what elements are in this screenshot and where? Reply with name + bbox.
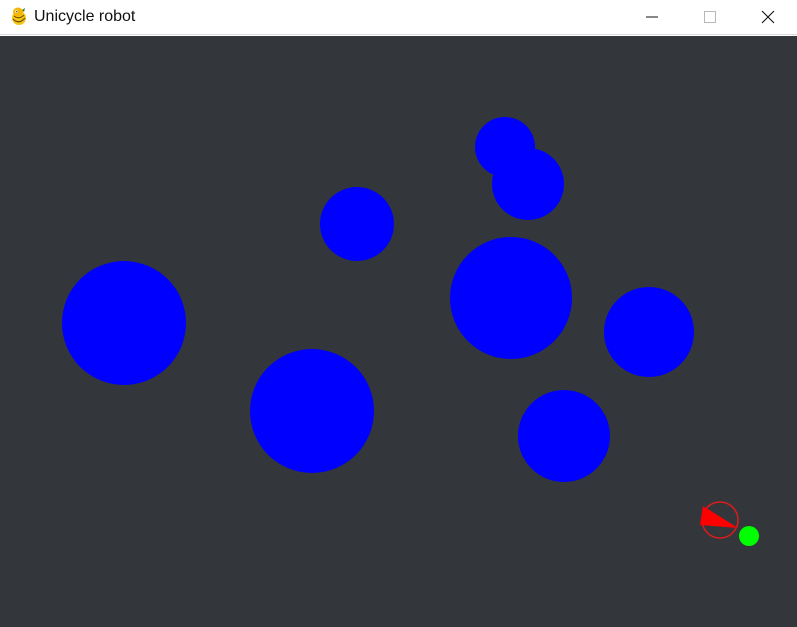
close-button[interactable] [739, 0, 797, 34]
obstacle [62, 261, 186, 385]
title-bar[interactable]: Unicycle robot [0, 0, 797, 35]
obstacle [492, 148, 564, 220]
obstacle [450, 237, 572, 359]
obstacle [604, 287, 694, 377]
obstacle [320, 187, 394, 261]
minimize-icon [646, 16, 658, 18]
window-title: Unicycle robot [34, 8, 136, 25]
scene-svg [0, 36, 797, 627]
maximize-icon [704, 11, 716, 23]
obstacle [518, 390, 610, 482]
maximize-button[interactable] [681, 0, 739, 34]
minimize-button[interactable] [623, 0, 681, 34]
game-canvas[interactable] [0, 36, 797, 627]
app-window: Unicycle robot [0, 0, 797, 627]
obstacle [250, 349, 374, 473]
close-icon [761, 10, 775, 24]
goal-marker [739, 526, 759, 546]
python-snake-icon [12, 7, 26, 25]
